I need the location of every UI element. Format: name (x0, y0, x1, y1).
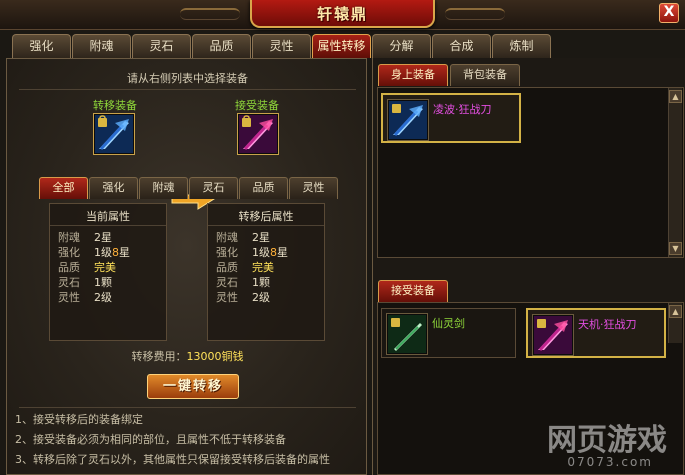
title-bar: 轩辕鼎 X (0, 0, 685, 30)
notes: 1、接受转移后的装备绑定 2、接受装备必须为相同的部位，且属性不低于转移装备 3… (15, 410, 330, 470)
item-icon (387, 99, 429, 141)
window-title: 轩辕鼎 (316, 4, 368, 23)
scrollbar[interactable]: ▲ ▼ (668, 88, 682, 257)
scroll-down-button[interactable]: ▼ (669, 242, 682, 255)
filter-quality[interactable]: 品质 (239, 177, 288, 199)
purple-blade-icon (239, 115, 277, 153)
item-name: 凌波·狂战刀 (433, 103, 492, 116)
note-line: 2、接受装备必须为相同的部位，且属性不低于转移装备 (15, 433, 286, 446)
note-line: 3、转移后除了灵石以外，其他属性只保留接受转移后装备的属性 (15, 453, 330, 466)
target-slot-label: 接受装备 (235, 99, 279, 112)
note-line: 1、接受转移后的装备绑定 (15, 413, 143, 426)
equipped-list: 凌波·狂战刀 ▲ ▼ (377, 87, 684, 258)
item-name: 仙灵剑 (432, 317, 465, 330)
purple-blade-icon (534, 316, 572, 354)
current-attributes-title: 当前属性 (50, 204, 166, 226)
tab-gem[interactable]: 灵石 (132, 34, 191, 58)
transfer-panel: 请从右侧列表中选择装备 转移装备 接受装备 全部 强化 附魂 灵石 品质 灵性 … (6, 58, 367, 475)
scrollbar[interactable]: ▲ (668, 303, 682, 343)
divider (19, 407, 356, 408)
attr-row: 灵性 2级 (216, 291, 270, 304)
blue-blade-icon (389, 101, 427, 139)
list-item[interactable]: 天机·狂战刀 (526, 308, 666, 358)
divider (19, 89, 356, 90)
attr-row: 强化 1级8星 (216, 246, 288, 259)
attr-row: 强化 1级8星 (58, 246, 130, 259)
filter-soul[interactable]: 附魂 (139, 177, 188, 199)
attr-row: 灵石 1颗 (58, 276, 112, 289)
scroll-up-button[interactable]: ▲ (669, 90, 682, 103)
item-icon (532, 314, 574, 356)
attr-row: 品质 完美 (58, 261, 116, 274)
filter-gem[interactable]: 灵石 (189, 177, 238, 199)
receive-list: 仙灵剑 天机·狂战刀 ▲ (377, 302, 684, 475)
tab-strengthen[interactable]: 强化 (12, 34, 71, 58)
transfer-cost: 转移费用：13000铜钱 (131, 350, 244, 363)
tab-quality[interactable]: 品质 (192, 34, 251, 58)
equipment-panel: 身上装备 背包装备 凌波·狂战刀 ▲ ▼ 接受装备 仙灵剑 天机·狂战刀 ▲ (372, 58, 685, 475)
title-plaque: 轩辕鼎 (250, 0, 435, 28)
tab-combine[interactable]: 合成 (432, 34, 491, 58)
tab-bag[interactable]: 背包装备 (450, 64, 520, 86)
list-item[interactable]: 凌波·狂战刀 (381, 93, 521, 143)
list-item[interactable]: 仙灵剑 (381, 308, 516, 358)
equipment-tabs: 身上装备 背包装备 (378, 64, 522, 86)
one-click-transfer-button[interactable]: 一键转移 (147, 374, 239, 399)
item-icon (386, 313, 428, 355)
source-slot-label: 转移装备 (93, 99, 137, 112)
tab-equipped[interactable]: 身上装备 (378, 64, 448, 86)
filter-strengthen[interactable]: 强化 (89, 177, 138, 199)
attr-row: 附魂 2星 (216, 231, 270, 244)
current-attributes: 当前属性 附魂 2星 强化 1级8星 品质 完美 灵石 1颗 灵性 2级 (49, 203, 167, 341)
tab-attribute-transfer[interactable]: 属性转移 (312, 34, 371, 58)
after-attributes-title: 转移后属性 (208, 204, 324, 226)
source-item-slot[interactable] (93, 113, 135, 155)
attr-row: 附魂 2星 (58, 231, 112, 244)
blue-blade-icon (95, 115, 133, 153)
filter-all[interactable]: 全部 (39, 177, 88, 199)
filter-spirit[interactable]: 灵性 (289, 177, 338, 199)
after-attributes: 转移后属性 附魂 2星 强化 1级8星 品质 完美 灵石 1颗 灵性 2级 (207, 203, 325, 341)
tab-refine[interactable]: 炼制 (492, 34, 551, 58)
item-name: 天机·狂战刀 (578, 318, 637, 331)
main-tabs: 强化 附魂 灵石 品质 灵性 属性转移 分解 合成 炼制 (12, 34, 552, 58)
tab-spirit[interactable]: 灵性 (252, 34, 311, 58)
attr-row: 灵石 1颗 (216, 276, 270, 289)
attr-row: 灵性 2级 (58, 291, 112, 304)
filter-tabs: 全部 强化 附魂 灵石 品质 灵性 (39, 177, 339, 199)
receive-equipment-tab[interactable]: 接受装备 (378, 280, 448, 302)
green-sword-icon (388, 315, 426, 353)
close-button[interactable]: X (659, 3, 679, 23)
tab-decompose[interactable]: 分解 (372, 34, 431, 58)
target-item-slot[interactable] (237, 113, 279, 155)
title-ornament-left (180, 8, 240, 20)
instruction-text: 请从右侧列表中选择装备 (127, 72, 248, 85)
scroll-up-button[interactable]: ▲ (669, 305, 682, 318)
attr-row: 品质 完美 (216, 261, 274, 274)
title-ornament-right (445, 8, 505, 20)
tab-soul[interactable]: 附魂 (72, 34, 131, 58)
